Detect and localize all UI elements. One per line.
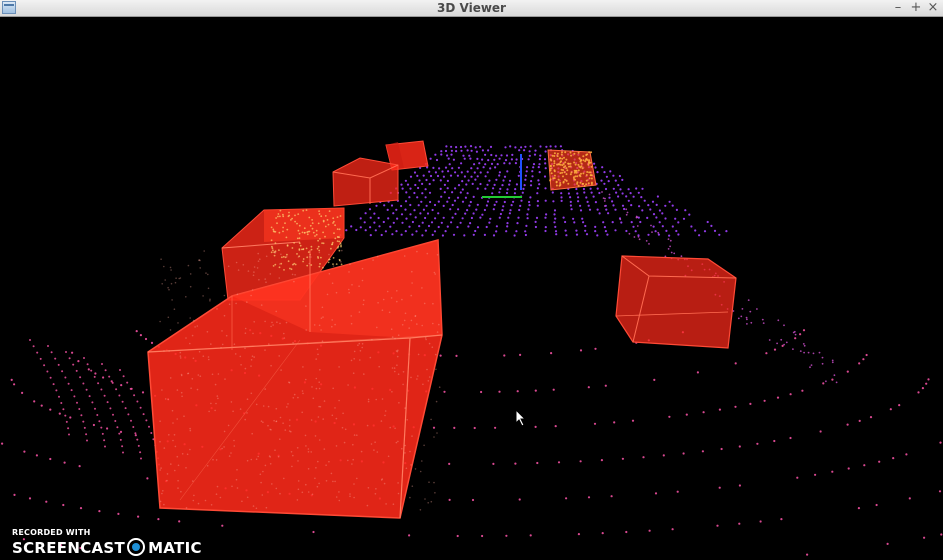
bounding-box-far-2 bbox=[332, 157, 399, 207]
bounding-box-far-right bbox=[547, 149, 597, 191]
screencast-logo-icon bbox=[127, 538, 146, 556]
watermark-brand-left: SCREENCAST bbox=[12, 539, 126, 557]
3d-viewport[interactable]: RECORDED WITH SCREENCAST MATIC bbox=[0, 17, 943, 560]
mouse-pointer-icon bbox=[515, 409, 527, 427]
screencast-watermark: RECORDED WITH SCREENCAST MATIC bbox=[12, 528, 202, 560]
point-cloud-near bbox=[0, 329, 943, 556]
watermark-brand-right: MATIC bbox=[148, 539, 202, 557]
minimize-button[interactable]: – bbox=[890, 0, 906, 16]
close-button[interactable]: × bbox=[925, 0, 941, 16]
window-titlebar[interactable]: 3D Viewer – + × bbox=[0, 0, 943, 17]
watermark-recorded-with: RECORDED WITH bbox=[12, 528, 91, 537]
bounding-box-near bbox=[147, 239, 443, 519]
bounding-box-right bbox=[615, 255, 737, 349]
watermark-brand: SCREENCAST MATIC bbox=[12, 538, 202, 557]
window-title: 3D Viewer bbox=[437, 1, 506, 15]
maximize-button[interactable]: + bbox=[908, 0, 924, 16]
